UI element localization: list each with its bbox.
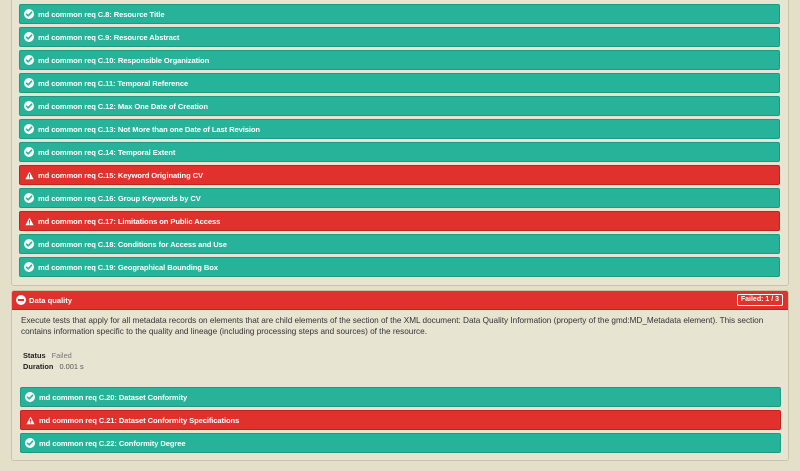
test-list: md common req C.20: Dataset Conformity m… <box>20 387 781 456</box>
section-meta: Status Failed Duration 0.001 s <box>23 350 84 372</box>
check-circle-icon <box>24 101 34 111</box>
test-row[interactable]: md common req C.18: Conditions for Acces… <box>19 234 780 254</box>
test-label: md common req C.22: Conformity Degree <box>39 438 186 448</box>
duration-value: 0.001 s <box>59 362 84 371</box>
test-label: md common req C.10: Responsible Organiza… <box>38 55 210 65</box>
test-row[interactable]: md common req C.10: Responsible Organiza… <box>19 50 780 70</box>
test-label: md common req C.21: Dataset Conformity S… <box>39 415 240 425</box>
test-label: md common req C.20: Dataset Conformity <box>39 392 188 402</box>
test-row[interactable]: md common req C.15: Keyword Originating … <box>19 165 780 185</box>
test-label: md common req C.11: Temporal Reference <box>38 78 189 88</box>
data-quality-section: Data quality Failed: 1 / 3 Execute tests… <box>11 290 789 461</box>
check-circle-icon <box>24 9 34 19</box>
minus-circle-icon <box>16 295 26 305</box>
check-circle-icon <box>24 239 34 249</box>
test-list: md common req C.8: Resource Title md com… <box>19 4 780 280</box>
section-title: Data quality <box>29 295 73 305</box>
section-description: Execute tests that apply for all metadat… <box>21 316 764 336</box>
warning-triangle-icon <box>24 170 34 180</box>
check-circle-icon <box>24 193 34 203</box>
test-label: md common req C.17: Limitations on Publi… <box>38 216 221 226</box>
warning-triangle-icon <box>25 415 35 425</box>
test-row[interactable]: md common req C.21: Dataset Conformity S… <box>20 410 781 430</box>
test-row[interactable]: md common req C.8: Resource Title <box>19 4 780 24</box>
test-row[interactable]: md common req C.9: Resource Abstract <box>19 27 780 47</box>
data-quality-header[interactable]: Data quality Failed: 1 / 3 <box>12 291 788 310</box>
test-row[interactable]: md common req C.16: Group Keywords by CV <box>19 188 780 208</box>
test-label: md common req C.12: Max One Date of Crea… <box>38 101 208 111</box>
status-value: Failed <box>51 351 72 360</box>
check-circle-icon <box>24 124 34 134</box>
test-row[interactable]: md common req C.14: Temporal Extent <box>19 142 780 162</box>
test-label: md common req C.9: Resource Abstract <box>38 32 180 42</box>
check-circle-icon <box>25 392 35 402</box>
test-row[interactable]: md common req C.11: Temporal Reference <box>19 73 780 93</box>
test-label: md common req C.8: Resource Title <box>38 9 165 19</box>
test-row[interactable]: md common req C.22: Conformity Degree <box>20 433 781 453</box>
test-row[interactable]: md common req C.13: Not More than one Da… <box>19 119 780 139</box>
test-row[interactable]: md common req C.12: Max One Date of Crea… <box>19 96 780 116</box>
failed-count-badge: Failed: 1 / 3 <box>736 294 783 306</box>
check-circle-icon <box>24 147 34 157</box>
check-circle-icon <box>24 55 34 65</box>
duration-label: Duration <box>23 362 54 371</box>
test-row[interactable]: md common req C.20: Dataset Conformity <box>20 387 781 407</box>
test-row[interactable]: md common req C.19: Geographical Boundin… <box>19 257 780 277</box>
check-circle-icon <box>24 32 34 42</box>
test-label: md common req C.14: Temporal Extent <box>38 147 176 157</box>
check-circle-icon <box>24 262 34 272</box>
test-label: md common req C.16: Group Keywords by CV <box>38 193 201 203</box>
test-row[interactable]: md common req C.17: Limitations on Publi… <box>19 211 780 231</box>
status-label: Status <box>23 351 46 360</box>
test-label: md common req C.19: Geographical Boundin… <box>38 262 218 272</box>
test-label: md common req C.18: Conditions for Acces… <box>38 239 227 249</box>
check-circle-icon <box>24 78 34 88</box>
warning-triangle-icon <box>24 216 34 226</box>
check-circle-icon <box>25 438 35 448</box>
test-label: md common req C.15: Keyword Originating … <box>38 170 203 180</box>
test-label: md common req C.13: Not More than one Da… <box>38 124 260 134</box>
